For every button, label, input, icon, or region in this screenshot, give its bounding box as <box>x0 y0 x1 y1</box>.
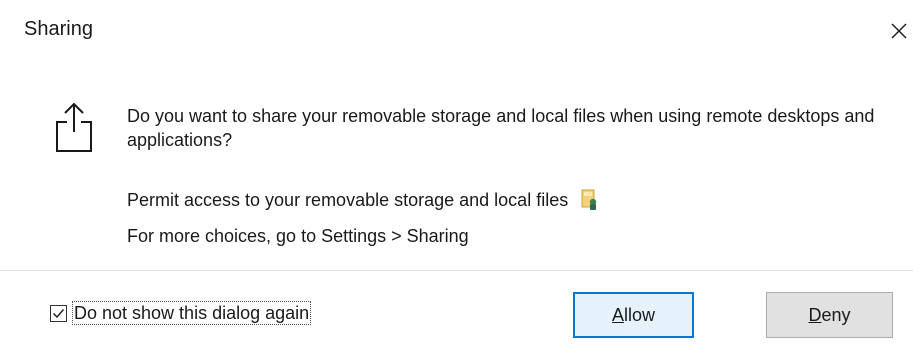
share-icon <box>56 102 92 152</box>
checkbox-box[interactable] <box>50 304 67 322</box>
deny-button[interactable]: Deny <box>766 292 893 338</box>
close-icon <box>891 23 907 39</box>
checkmark-icon <box>53 308 65 318</box>
sharing-dialog: Sharing Do you want to share your remova… <box>0 0 913 350</box>
more-choices-text: For more choices, go to Settings > Shari… <box>127 226 469 246</box>
checkbox-label[interactable]: Do not show this dialog again <box>71 301 312 325</box>
question-text: Do you want to share your removable stor… <box>127 106 875 150</box>
deny-button-label: Deny <box>808 304 851 325</box>
title-bar: Sharing <box>0 0 913 62</box>
permit-row: Permit access to your removable storage … <box>127 188 600 212</box>
footer-divider <box>0 270 913 271</box>
removable-drive-icon <box>581 189 597 210</box>
do-not-show-checkbox[interactable]: Do not show this dialog again <box>50 301 312 325</box>
close-button[interactable] <box>885 14 913 48</box>
dialog-title: Sharing <box>24 18 93 40</box>
allow-button-label: Allow <box>611 304 656 325</box>
permit-text: Permit access to your removable storage … <box>127 190 569 210</box>
allow-button[interactable]: Allow <box>573 292 694 338</box>
